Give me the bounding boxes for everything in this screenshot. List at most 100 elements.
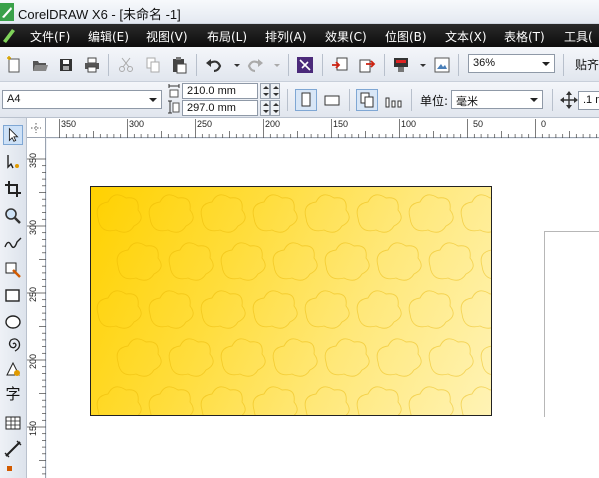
ruler-origin[interactable]: [27, 118, 46, 138]
horizontal-ruler[interactable]: 350 300 250 200 150 100 50 0: [46, 118, 599, 138]
paste-icon[interactable]: [170, 56, 188, 74]
undo-icon[interactable]: [205, 56, 223, 74]
all-pages-icon[interactable]: [356, 89, 378, 111]
menu-text[interactable]: 文本(X): [445, 28, 487, 45]
zoom-level-value: 36%: [473, 57, 496, 69]
page-height-spinner[interactable]: [260, 100, 270, 116]
freehand-tool-icon[interactable]: [3, 233, 23, 253]
coreldraw-app-icon[interactable]: [0, 3, 14, 21]
separator: [287, 89, 288, 111]
redo-icon[interactable]: [246, 56, 264, 74]
cloud-swirl: [460, 194, 491, 233]
copy-icon[interactable]: [144, 56, 162, 74]
search-content-icon[interactable]: [296, 56, 314, 74]
page-height-field[interactable]: 297.0 mm: [182, 100, 258, 116]
cloud-swirl: [408, 290, 454, 329]
cloud-swirl: [200, 194, 246, 233]
cloud-swirl: [252, 386, 298, 415]
units-combo[interactable]: 毫米: [451, 90, 543, 109]
table-tool-icon[interactable]: [3, 413, 23, 433]
page-width-icon: [168, 84, 180, 98]
cloud-swirl: [96, 194, 142, 233]
redo-dropdown-icon[interactable]: [268, 56, 286, 74]
snap-to-button[interactable]: 贴齐: [575, 56, 599, 73]
application-launcher-icon[interactable]: [433, 56, 451, 74]
ruler-label: 150: [333, 119, 349, 129]
cloud-pattern: [96, 194, 491, 415]
ruler-label: 300: [129, 119, 145, 129]
dimension-tool-icon[interactable]: [3, 439, 23, 459]
menu-layout[interactable]: 布局(L): [207, 28, 247, 45]
basic-shapes-tool-icon[interactable]: [3, 359, 23, 379]
separator: [349, 89, 350, 111]
paper-size-value: A4: [7, 93, 21, 105]
paper-size-combo[interactable]: A4: [2, 90, 162, 109]
spiral-tool-icon[interactable]: [3, 334, 23, 354]
units-label: 单位:: [420, 94, 449, 108]
publish-dropdown-icon[interactable]: [414, 56, 432, 74]
chevron-down-icon: [542, 62, 550, 66]
document-icon[interactable]: [2, 27, 16, 43]
page-height-spinner-alt[interactable]: [270, 100, 280, 116]
cloud-swirl: [324, 242, 370, 281]
text-tool-icon[interactable]: 字: [3, 384, 23, 404]
pick-tool-icon[interactable]: [3, 125, 23, 145]
landscape-orientation-icon[interactable]: [321, 89, 343, 111]
import-icon[interactable]: [331, 56, 349, 74]
yellow-gradient-rectangle[interactable]: [90, 186, 492, 416]
menu-edit[interactable]: 编辑(E): [88, 28, 129, 45]
separator: [288, 54, 289, 76]
cloud-swirl: [408, 194, 454, 233]
cloud-swirl: [252, 194, 298, 233]
cloud-swirl: [356, 386, 402, 415]
zoom-level-combo[interactable]: 36%: [468, 54, 555, 73]
new-document-icon[interactable]: [5, 56, 23, 74]
export-icon[interactable]: [358, 56, 376, 74]
property-bar: A4 210.0 mm 297.0 mm 单位: 毫米 .1 m: [0, 82, 599, 118]
save-icon[interactable]: [57, 56, 75, 74]
ruler-label: 300: [28, 219, 38, 235]
ruler-label: 350: [28, 152, 38, 168]
menu-view[interactable]: 视图(V): [146, 28, 188, 45]
menu-bitmaps[interactable]: 位图(B): [385, 28, 427, 45]
connector-tool-icon[interactable]: [3, 460, 23, 478]
page-width-value: 210.0 mm: [187, 85, 236, 97]
page-width-spinner[interactable]: [260, 83, 270, 99]
cloud-swirl: [148, 194, 194, 233]
rectangle-tool-icon[interactable]: [3, 286, 23, 306]
menu-file[interactable]: 文件(F): [30, 28, 70, 45]
units-value: 毫米: [456, 96, 478, 108]
undo-dropdown-icon[interactable]: [228, 56, 246, 74]
nudge-distance-field[interactable]: .1 m: [578, 91, 599, 110]
menu-bar: 文件(F) 编辑(E) 视图(V) 布局(L) 排列(A) 效果(C) 位图(B…: [0, 24, 599, 47]
menu-effects[interactable]: 效果(C): [325, 28, 367, 45]
cloud-swirl: [480, 345, 491, 375]
print-icon[interactable]: [83, 56, 101, 74]
separator: [411, 89, 412, 111]
portrait-orientation-icon[interactable]: [295, 89, 317, 111]
cloud-swirl: [200, 386, 246, 415]
menu-table[interactable]: 表格(T): [504, 28, 545, 45]
cloud-swirl: [304, 386, 350, 415]
chevron-down-icon: [530, 98, 538, 102]
title-bar: CorelDRAW X6 - [未命名 -1]: [0, 0, 599, 24]
shape-tool-icon[interactable]: [3, 152, 23, 172]
cut-icon[interactable]: [117, 56, 135, 74]
menu-arrange[interactable]: 排列(A): [265, 28, 307, 45]
publish-pdf-icon[interactable]: [392, 56, 410, 74]
current-page-icon[interactable]: [382, 89, 404, 111]
cloud-swirl: [408, 386, 454, 415]
zoom-tool-icon[interactable]: [3, 206, 23, 226]
menu-tools[interactable]: 工具(: [564, 28, 593, 45]
cloud-swirl: [272, 338, 318, 377]
cloud-swirl: [356, 194, 402, 233]
vertical-ruler[interactable]: 350 300 250 200 150: [27, 138, 46, 478]
crop-tool-icon[interactable]: [3, 179, 23, 199]
separator: [552, 89, 553, 111]
page-width-field[interactable]: 210.0 mm: [182, 83, 258, 99]
smart-fill-tool-icon[interactable]: [3, 260, 23, 280]
open-folder-icon[interactable]: [31, 56, 49, 74]
page-width-spinner-alt[interactable]: [270, 83, 280, 99]
cloud-swirl: [376, 338, 422, 377]
ellipse-tool-icon[interactable]: [3, 312, 23, 332]
